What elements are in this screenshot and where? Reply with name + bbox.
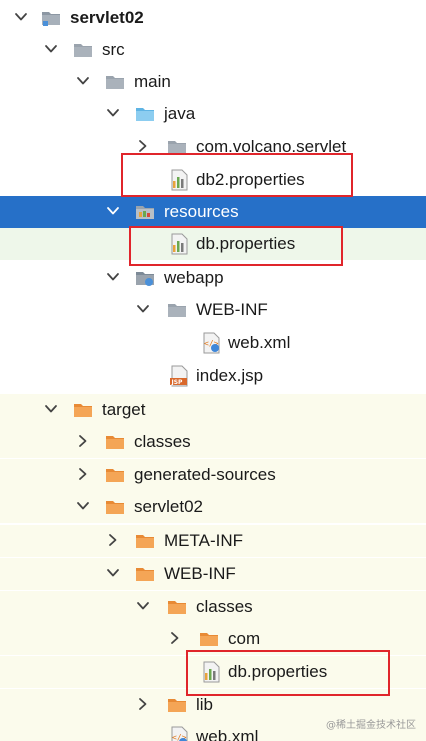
tree-row-generated-sources[interactable]: generated-sources xyxy=(0,459,426,491)
tree-row-index-jsp[interactable]: index.jsp xyxy=(0,360,426,392)
tree-label: index.jsp xyxy=(196,366,264,385)
chevron-down-icon[interactable] xyxy=(106,566,120,580)
tree-label: WEB-INF xyxy=(164,564,236,583)
folder-icon xyxy=(134,530,156,552)
tree-row-src[interactable]: src xyxy=(0,34,426,66)
tree-label: web.xml xyxy=(228,333,291,352)
chevron-down-icon[interactable] xyxy=(106,106,120,120)
folder-icon xyxy=(104,496,126,518)
tree-row-servlet02[interactable]: servlet02 xyxy=(0,2,426,34)
tree-label: classes xyxy=(134,432,191,451)
tree-row-resources[interactable]: resources xyxy=(0,196,426,228)
tree-label: META-INF xyxy=(164,531,244,550)
chevron-right-icon[interactable] xyxy=(136,697,150,711)
xml-file-icon xyxy=(168,726,190,741)
tree-label: web.xml xyxy=(196,727,259,741)
tree-row-webapp[interactable]: webapp xyxy=(0,262,426,294)
folder-icon xyxy=(72,39,94,61)
tree-label: generated-sources xyxy=(134,465,276,484)
tree-label: servlet02 xyxy=(134,497,203,516)
tree-label: src xyxy=(102,40,125,59)
tree-row-meta-inf[interactable]: META-INF xyxy=(0,525,426,557)
source-folder-icon xyxy=(134,103,156,125)
tree-label: lib xyxy=(196,695,214,714)
tree-row-web-xml[interactable]: web.xml xyxy=(0,327,426,359)
tree-row-java[interactable]: java xyxy=(0,98,426,130)
tree-label: webapp xyxy=(164,268,224,287)
web-folder-icon xyxy=(134,267,156,289)
chevron-down-icon[interactable] xyxy=(76,74,90,88)
chevron-right-icon[interactable] xyxy=(168,631,182,645)
chevron-right-icon[interactable] xyxy=(76,467,90,481)
chevron-down-icon[interactable] xyxy=(106,204,120,218)
folder-icon xyxy=(198,628,220,650)
chevron-right-icon[interactable] xyxy=(136,139,150,153)
chevron-down-icon[interactable] xyxy=(14,10,28,24)
tree-row-target-web-inf[interactable]: WEB-INF xyxy=(0,558,426,590)
chevron-down-icon[interactable] xyxy=(44,42,58,56)
highlight-box-db-properties xyxy=(129,226,343,266)
folder-icon xyxy=(134,563,156,585)
folder-icon xyxy=(166,299,188,321)
tree-label: WEB-INF xyxy=(196,300,268,319)
tree-row-classes[interactable]: classes xyxy=(0,426,426,458)
tree-label: servlet02 xyxy=(70,8,144,27)
tree-label: target xyxy=(102,400,146,419)
folder-icon xyxy=(104,431,126,453)
project-tree: servlet02 src main java com.volcano.serv… xyxy=(0,0,426,741)
folder-icon xyxy=(104,464,126,486)
watermark: @稀土掘金技术社区 xyxy=(326,720,416,731)
tree-row-web-inf[interactable]: WEB-INF xyxy=(0,294,426,326)
highlight-box-target-db-properties xyxy=(186,650,390,696)
tree-row-target-servlet02[interactable]: servlet02 xyxy=(0,491,426,523)
chevron-down-icon[interactable] xyxy=(136,302,150,316)
chevron-right-icon[interactable] xyxy=(76,434,90,448)
jsp-file-icon xyxy=(168,365,190,387)
tree-row-target[interactable]: target xyxy=(0,394,426,426)
chevron-down-icon[interactable] xyxy=(106,270,120,284)
resources-folder-icon xyxy=(134,201,156,223)
folder-icon xyxy=(166,694,188,716)
tree-label: main xyxy=(134,72,171,91)
tree-label: com xyxy=(228,629,261,648)
folder-icon xyxy=(166,596,188,618)
highlight-box-db2-properties xyxy=(121,153,353,197)
chevron-down-icon[interactable] xyxy=(76,499,90,513)
tree-label: java xyxy=(164,104,196,123)
folder-icon xyxy=(72,399,94,421)
xml-file-icon xyxy=(200,332,222,354)
chevron-down-icon[interactable] xyxy=(44,402,58,416)
tree-label: resources xyxy=(164,202,239,221)
tree-row-target-classes[interactable]: classes xyxy=(0,591,426,623)
folder-icon xyxy=(104,71,126,93)
chevron-right-icon[interactable] xyxy=(106,533,120,547)
tree-label: classes xyxy=(196,597,253,616)
chevron-down-icon[interactable] xyxy=(136,599,150,613)
tree-row-main[interactable]: main xyxy=(0,66,426,98)
module-folder-icon xyxy=(40,7,62,29)
